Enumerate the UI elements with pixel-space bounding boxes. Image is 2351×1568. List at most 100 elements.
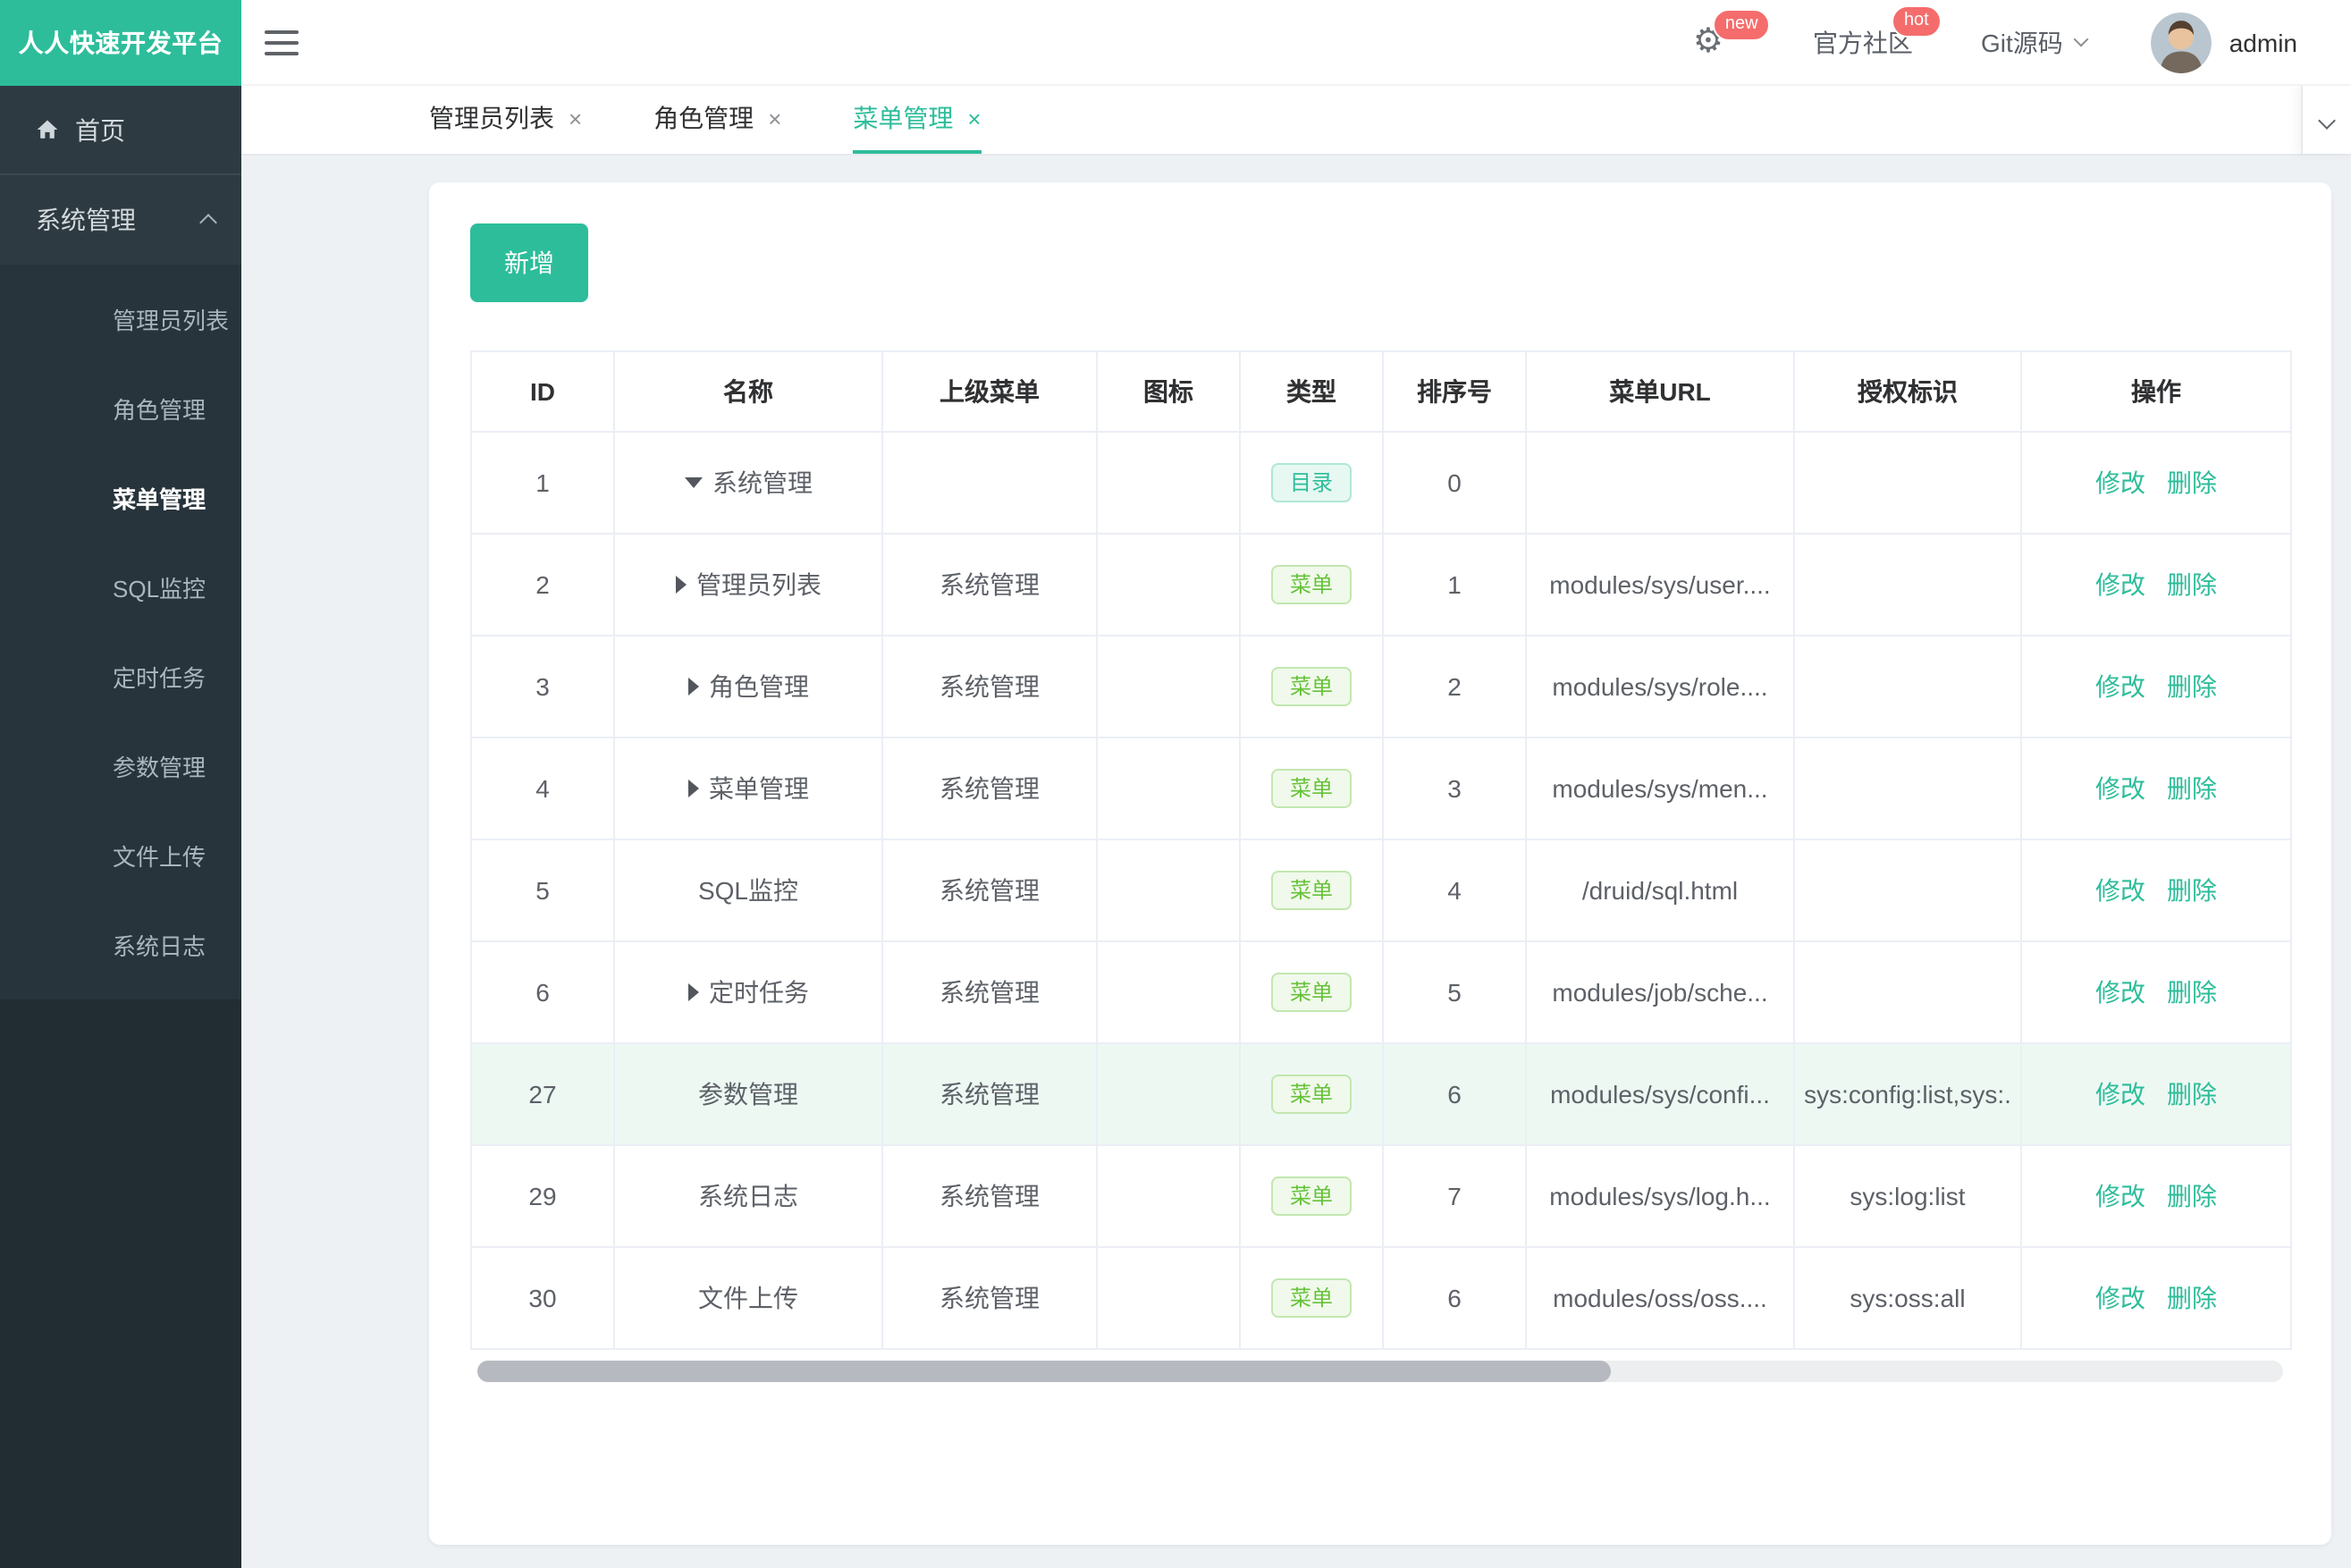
- cell-perms: [1793, 839, 2022, 942]
- expand-icon[interactable]: [687, 983, 698, 1001]
- hamburger-icon[interactable]: [265, 30, 299, 55]
- new-badge: new: [1712, 8, 1771, 40]
- column-header-id: ID: [470, 350, 615, 433]
- chevron-down-icon: [2073, 31, 2089, 47]
- delete-link[interactable]: 删除: [2167, 774, 2217, 803]
- table-row: 4 菜单管理 系统管理 菜单 3 modules/sys/men... 修改 删除: [470, 737, 2292, 840]
- cell-type: 菜单: [1239, 635, 1384, 738]
- tab-role[interactable]: 角色管理 ×: [653, 86, 781, 154]
- delete-link[interactable]: 删除: [2167, 468, 2217, 497]
- git-source-label: Git源码: [1980, 28, 2063, 56]
- cell-url: modules/sys/confi...: [1525, 1042, 1795, 1146]
- add-button[interactable]: 新增: [470, 223, 588, 302]
- sidebar-item-sql[interactable]: SQL监控: [0, 542, 241, 631]
- edit-link[interactable]: 修改: [2095, 774, 2145, 803]
- cell-parent: 系统管理: [881, 737, 1098, 840]
- avatar[interactable]: [2150, 12, 2212, 72]
- edit-link[interactable]: 修改: [2095, 1284, 2145, 1312]
- cell-name: 系统日志: [613, 1144, 883, 1248]
- username[interactable]: admin: [2229, 28, 2297, 56]
- cell-actions: 修改 删除: [2020, 839, 2292, 942]
- expand-icon[interactable]: [687, 780, 698, 797]
- close-icon[interactable]: ×: [967, 105, 981, 131]
- cell-url: modules/oss/oss....: [1525, 1246, 1795, 1350]
- tab-bar: 管理员列表 × 角色管理 × 菜单管理 ×: [241, 86, 2351, 156]
- expand-icon[interactable]: [687, 678, 698, 695]
- cell-type: 菜单: [1239, 533, 1384, 636]
- delete-link[interactable]: 删除: [2167, 672, 2217, 701]
- tabs-dropdown-button[interactable]: [2301, 86, 2351, 154]
- column-header-icon: 图标: [1096, 350, 1241, 433]
- cell-parent: 系统管理: [881, 1042, 1098, 1146]
- table-row: 29 系统日志 系统管理 菜单 7 modules/sys/log.h... s…: [470, 1144, 2292, 1248]
- edit-link[interactable]: 修改: [2095, 1182, 2145, 1210]
- edit-link[interactable]: 修改: [2095, 876, 2145, 905]
- type-tag-dir: 目录: [1271, 463, 1351, 502]
- delete-link[interactable]: 删除: [2167, 1080, 2217, 1109]
- type-tag-menu: 菜单: [1271, 1176, 1351, 1216]
- delete-link[interactable]: 删除: [2167, 978, 2217, 1007]
- edit-link[interactable]: 修改: [2095, 978, 2145, 1007]
- sidebar-group-system[interactable]: 系统管理: [0, 175, 241, 265]
- cell-perms: sys:config:list,sys:.: [1793, 1042, 2022, 1146]
- expand-icon[interactable]: [675, 576, 686, 594]
- menu-table-wrap: ID 名称 上级菜单 图标 类型 排序号 菜单URL 授权标识 操作 1 系统管…: [470, 350, 2292, 1382]
- content-card: 新增 ID 名称 上级菜单 图标 类型 排序号 菜单URL 授权标识 操作 1 …: [429, 182, 2331, 1545]
- hot-badge: hot: [1891, 4, 1942, 37]
- edit-link[interactable]: 修改: [2095, 672, 2145, 701]
- column-header-url: 菜单URL: [1525, 350, 1795, 433]
- tab-menu[interactable]: 菜单管理 ×: [853, 86, 982, 154]
- home-icon: [36, 118, 59, 141]
- sidebar-item-role[interactable]: 角色管理: [0, 363, 241, 452]
- cell-parent: 系统管理: [881, 635, 1098, 738]
- table-row: 1 系统管理 目录 0 修改 删除: [470, 431, 2292, 535]
- sidebar-item-home[interactable]: 首页: [0, 86, 241, 175]
- cell-url: [1525, 431, 1795, 535]
- collapse-icon[interactable]: [684, 477, 702, 488]
- menu-name: 菜单管理: [709, 774, 809, 803]
- cell-name: 菜单管理: [613, 737, 883, 840]
- cell-icon: [1096, 737, 1241, 840]
- cell-type: 菜单: [1239, 1144, 1384, 1248]
- delete-link[interactable]: 删除: [2167, 876, 2217, 905]
- sidebar-item-config[interactable]: 参数管理: [0, 721, 241, 810]
- sidebar-item-log[interactable]: 系统日志: [0, 899, 241, 989]
- edit-link[interactable]: 修改: [2095, 468, 2145, 497]
- sidebar-item-label: 定时任务: [113, 664, 206, 691]
- sidebar-item-oss[interactable]: 文件上传: [0, 810, 241, 899]
- menu-table: ID 名称 上级菜单 图标 类型 排序号 菜单URL 授权标识 操作 1 系统管…: [470, 350, 2292, 1350]
- sidebar-item-admin-list[interactable]: 管理员列表: [0, 274, 241, 363]
- cell-actions: 修改 删除: [2020, 635, 2292, 738]
- delete-link[interactable]: 删除: [2167, 570, 2217, 599]
- brand-title: 人人快速开发平台: [0, 0, 241, 86]
- community-link[interactable]: 官方社区 hot: [1813, 4, 1942, 60]
- cell-parent: 系统管理: [881, 533, 1098, 636]
- type-tag-menu: 菜单: [1271, 973, 1351, 1012]
- tab-admin-list[interactable]: 管理员列表 ×: [429, 86, 582, 154]
- cell-parent: 系统管理: [881, 839, 1098, 942]
- scrollbar-thumb[interactable]: [477, 1361, 1611, 1382]
- close-icon[interactable]: ×: [768, 105, 781, 131]
- settings-button[interactable]: ⚙ new: [1693, 8, 1771, 60]
- type-tag-menu: 菜单: [1271, 667, 1351, 706]
- cell-icon: [1096, 1042, 1241, 1146]
- git-source-dropdown[interactable]: Git源码: [1980, 24, 2089, 60]
- sidebar-submenu: 管理员列表 角色管理 菜单管理 SQL监控 定时任务 参数管理 文件上传 系统日…: [0, 265, 241, 999]
- cell-parent: 系统管理: [881, 1246, 1098, 1350]
- cell-actions: 修改 删除: [2020, 1246, 2292, 1350]
- edit-link[interactable]: 修改: [2095, 1080, 2145, 1109]
- sidebar-item-schedule[interactable]: 定时任务: [0, 631, 241, 721]
- sidebar-item-menu[interactable]: 菜单管理: [0, 452, 241, 542]
- cell-type: 菜单: [1239, 839, 1384, 942]
- menu-name: SQL监控: [697, 876, 798, 905]
- type-tag-menu: 菜单: [1271, 871, 1351, 910]
- cell-icon: [1096, 839, 1241, 942]
- table-row: 2 管理员列表 系统管理 菜单 1 modules/sys/user.... 修…: [470, 533, 2292, 636]
- delete-link[interactable]: 删除: [2167, 1182, 2217, 1210]
- cell-perms: sys:log:list: [1793, 1144, 2022, 1248]
- cell-icon: [1096, 1144, 1241, 1248]
- delete-link[interactable]: 删除: [2167, 1284, 2217, 1312]
- cell-url: modules/job/sche...: [1525, 940, 1795, 1044]
- close-icon[interactable]: ×: [569, 105, 582, 131]
- edit-link[interactable]: 修改: [2095, 570, 2145, 599]
